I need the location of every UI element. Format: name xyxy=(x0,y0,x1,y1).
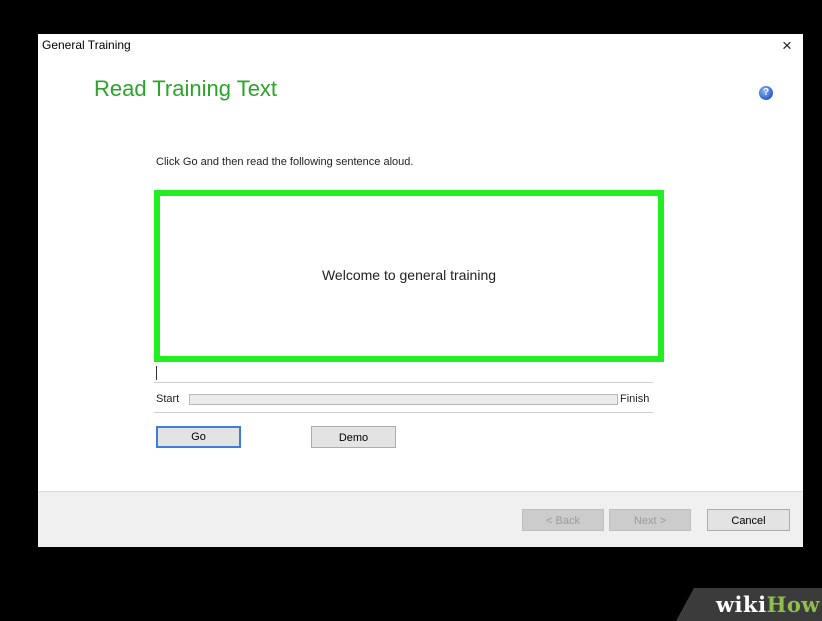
demo-button[interactable]: Demo xyxy=(311,426,396,448)
close-icon[interactable]: × xyxy=(775,35,799,57)
go-button[interactable]: Go xyxy=(156,426,241,448)
progress-start-label: Start xyxy=(156,393,180,405)
training-dialog: General Training × Read Training Text ? … xyxy=(38,34,803,547)
cancel-button[interactable]: Cancel xyxy=(707,509,790,531)
training-text-box: Welcome to general training xyxy=(154,190,664,362)
level-indicator xyxy=(156,366,157,380)
divider xyxy=(154,382,653,383)
divider xyxy=(154,412,653,413)
window-title: General Training xyxy=(42,38,131,52)
wikihow-watermark: wikiHow xyxy=(715,592,820,617)
instruction-text: Click Go and then read the following sen… xyxy=(156,156,414,168)
page-title: Read Training Text xyxy=(94,76,278,101)
training-progress-bar xyxy=(189,394,618,405)
help-icon[interactable]: ? xyxy=(759,86,773,100)
training-sentence: Welcome to general training xyxy=(321,267,497,283)
progress-finish-label: Finish xyxy=(620,393,650,405)
next-button[interactable]: Next > xyxy=(609,509,691,531)
back-button[interactable]: < Back xyxy=(522,509,604,531)
